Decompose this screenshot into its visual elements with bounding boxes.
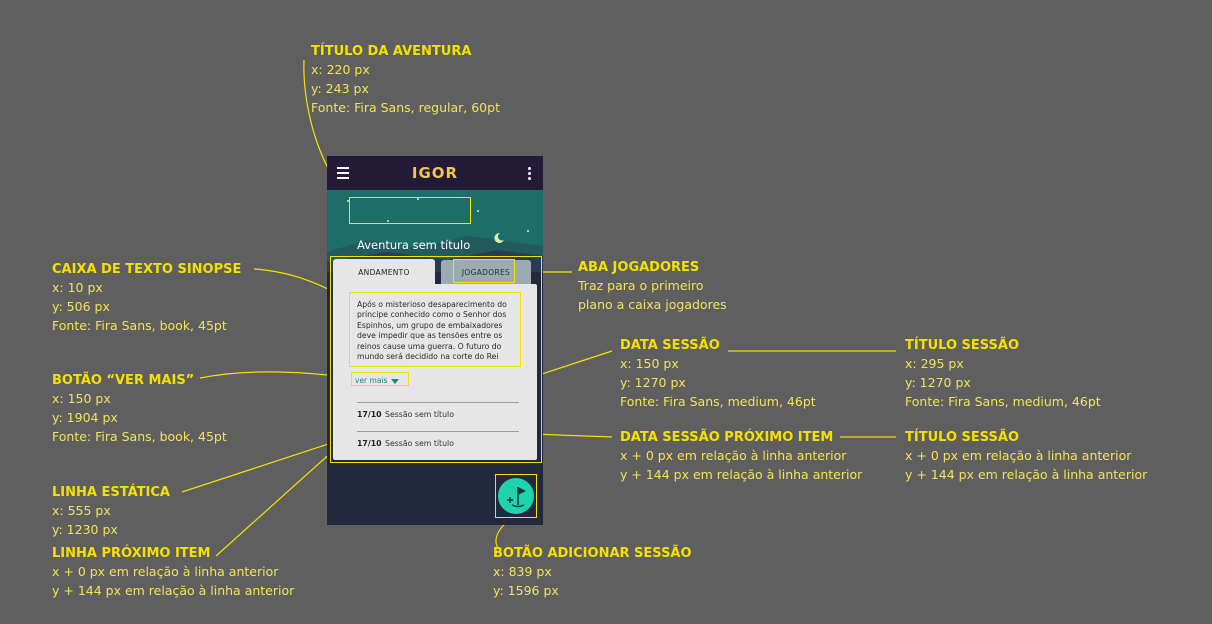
- star-icon: [477, 210, 479, 212]
- annotation-line: x: 150 px: [620, 356, 679, 371]
- app-bar: IGOR: [327, 156, 543, 190]
- annotation-line: Fonte: Fira Sans, medium, 46pt: [905, 394, 1101, 409]
- annotation-title: CAIXA DE TEXTO SINOPSE: [52, 262, 242, 277]
- annotation-line: y: 1904 px: [52, 410, 118, 425]
- annotation-title: LINHA ESTÁTICA: [52, 485, 170, 500]
- annotation-title: TÍTULO SESSÃO: [905, 430, 1020, 445]
- more-options-icon[interactable]: [528, 167, 531, 182]
- annotation-line: y: 506 px: [52, 299, 110, 314]
- annotation-titulo-sessao: TÍTULO SESSÃO x: 295 px y: 1270 px Fonte…: [905, 337, 1101, 411]
- moon-icon: [494, 232, 504, 243]
- annotation-line: x: 10 px: [52, 280, 103, 295]
- annotation-line: Fonte: Fira Sans, book, 45pt: [52, 429, 227, 444]
- annotation-line: x: 220 px: [311, 62, 370, 77]
- annotation-title: BOTÃO “VER MAIS”: [52, 373, 195, 388]
- annotation-title: TÍTULO DA AVENTURA: [311, 44, 472, 59]
- app-logo: IGOR: [411, 164, 459, 182]
- annotation-line: x: 295 px: [905, 356, 964, 371]
- annotation-aba-jogadores: ABA JOGADORES Traz para o primeiro plano…: [578, 259, 727, 314]
- annotation-line: Fonte: Fira Sans, regular, 60pt: [311, 100, 500, 115]
- highlight-add-session: [495, 474, 537, 518]
- annotation-titulo-sessao-proximo: TÍTULO SESSÃO x + 0 px em relação à linh…: [905, 429, 1147, 484]
- annotation-title: TÍTULO SESSÃO: [905, 338, 1020, 353]
- adventure-title[interactable]: Aventura sem título: [357, 238, 470, 252]
- annotation-title: DATA SESSÃO: [620, 338, 720, 353]
- annotation-data-sessao-proximo: DATA SESSÃO PRÓXIMO ITEM x + 0 px em rel…: [620, 429, 862, 484]
- annotation-line: plano a caixa jogadores: [578, 297, 727, 312]
- annotation-caixa-sinopse: CAIXA DE TEXTO SINOPSE x: 10 px y: 506 p…: [52, 261, 241, 335]
- annotation-line: Traz para o primeiro: [578, 278, 704, 293]
- annotation-botao-adicionar: BOTÃO ADICIONAR SESSÃO x: 839 px y: 1596…: [493, 545, 692, 600]
- annotation-line: y + 144 px em relação à linha anterior: [905, 467, 1148, 482]
- annotation-line: x + 0 px em relação à linha anterior: [620, 448, 847, 463]
- annotation-line: x: 839 px: [493, 564, 552, 579]
- annotation-linha-proximo: LINHA PRÓXIMO ITEM x + 0 px em relação à…: [52, 545, 294, 600]
- annotation-line: Fonte: Fira Sans, medium, 46pt: [620, 394, 816, 409]
- annotation-line: x + 0 px em relação à linha anterior: [905, 448, 1132, 463]
- annotation-titulo-aventura: TÍTULO DA AVENTURA x: 220 px y: 243 px F…: [311, 43, 500, 117]
- annotation-title: ABA JOGADORES: [578, 260, 700, 275]
- annotation-line: x: 555 px: [52, 503, 111, 518]
- annotation-line: y: 243 px: [311, 81, 369, 96]
- annotation-title: LINHA PRÓXIMO ITEM: [52, 546, 211, 561]
- annotation-data-sessao: DATA SESSÃO x: 150 px y: 1270 px Fonte: …: [620, 337, 816, 411]
- star-icon: [527, 230, 529, 232]
- annotation-line: y + 144 px em relação à linha anterior: [52, 583, 295, 598]
- highlight-progress-card: [330, 256, 542, 463]
- highlight-adventure-title: [349, 197, 471, 224]
- annotation-line: y: 1596 px: [493, 583, 559, 598]
- annotation-title: DATA SESSÃO PRÓXIMO ITEM: [620, 430, 834, 445]
- annotation-botao-ver-mais: BOTÃO “VER MAIS” x: 150 px y: 1904 px Fo…: [52, 372, 227, 446]
- annotation-line: x: 150 px: [52, 391, 111, 406]
- annotation-line: x + 0 px em relação à linha anterior: [52, 564, 279, 579]
- annotation-line: Fonte: Fira Sans, book, 45pt: [52, 318, 227, 333]
- annotation-linha-estatica: LINHA ESTÁTICA x: 555 px y: 1230 px: [52, 484, 170, 539]
- annotation-line: y: 1270 px: [905, 375, 971, 390]
- annotation-line: y: 1270 px: [620, 375, 686, 390]
- annotation-title: BOTÃO ADICIONAR SESSÃO: [493, 546, 692, 561]
- annotation-line: y + 144 px em relação à linha anterior: [620, 467, 863, 482]
- annotation-line: y: 1230 px: [52, 522, 118, 537]
